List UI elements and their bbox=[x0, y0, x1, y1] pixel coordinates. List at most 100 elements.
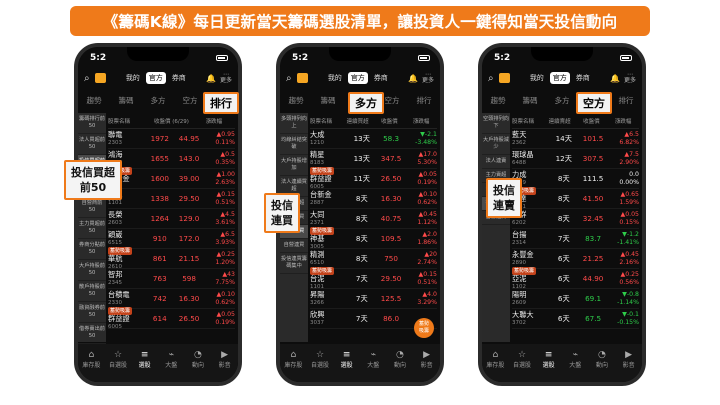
bottom-nav-item[interactable]: ☆ 自選股 bbox=[310, 350, 330, 369]
sidebar-item[interactable]: 大戶持股前50 bbox=[78, 260, 106, 281]
gift-icon[interactable] bbox=[498, 73, 510, 83]
source-tab[interactable]: 券商 bbox=[371, 72, 391, 84]
highlight-tab-bullish[interactable]: 多方 bbox=[348, 92, 384, 114]
stock-name: 昇陽 bbox=[310, 289, 325, 299]
search-icon[interactable]: ⌕ bbox=[488, 73, 494, 84]
category-tab[interactable]: 多方 bbox=[142, 95, 174, 109]
bottom-nav-item[interactable]: ▶ 影音 bbox=[215, 350, 235, 369]
category-tab[interactable]: 排行 bbox=[610, 95, 642, 109]
table-row[interactable]: 蓄勢吸籌 華航 2610 861 21.15 ▲0.25 1.20% bbox=[108, 247, 235, 270]
table-row[interactable]: 蓄勢吸籌 神基 3005 8天 109.5 ▲2.0 1.86% bbox=[310, 227, 437, 250]
table-row[interactable]: 環球晶 6488 12天 307.5 ▲7.5 2.90% bbox=[512, 149, 639, 169]
category-tab[interactable]: 籌碼 bbox=[514, 95, 546, 109]
category-tab[interactable]: 空方 bbox=[174, 95, 206, 109]
table-row[interactable]: 蓄勢吸籌樂達35818天41.50▲0.651.59% bbox=[512, 187, 639, 210]
source-tab[interactable]: 我的 bbox=[527, 72, 547, 84]
table-row[interactable]: 蓄勢吸籌 亞泥 1102 6天 44.90 ▲0.25 0.56% bbox=[512, 267, 639, 290]
bottom-nav-item[interactable]: ⌂ 庫存股 bbox=[81, 350, 101, 369]
bottom-nav-item[interactable]: ⌁ 大盤 bbox=[161, 350, 181, 369]
stock-name: 群益證 bbox=[310, 174, 332, 183]
source-tab[interactable]: 我的 bbox=[123, 72, 143, 84]
source-tab[interactable]: 券商 bbox=[573, 72, 593, 84]
sidebar-item[interactable]: 券商分點前50 bbox=[78, 239, 106, 260]
sidebar-item[interactable]: 融資融券前50 bbox=[78, 302, 106, 323]
sidebar-item[interactable]: 均線糾結突破 bbox=[280, 134, 308, 155]
more-button[interactable]: ⋯ 更多 bbox=[624, 72, 636, 84]
table-row[interactable]: 智邦 2345 763 598 ▲43 7.75% bbox=[108, 269, 235, 289]
source-tab[interactable]: 券商 bbox=[169, 72, 189, 84]
table-row[interactable]: 大成 1210 13天 58.3 ▼-2.1 -3.48% bbox=[310, 129, 437, 149]
highlight-tab-ranking[interactable]: 排行 bbox=[203, 92, 239, 114]
bottom-nav-item[interactable]: ◔ 動向 bbox=[390, 350, 410, 369]
category-tab[interactable]: 多方 bbox=[546, 95, 578, 109]
sidebar-item[interactable]: 法人連賣 bbox=[482, 155, 510, 169]
stock-code: 2345 bbox=[108, 279, 122, 286]
search-icon[interactable]: ⌕ bbox=[84, 73, 90, 84]
table-row[interactable]: 蓄勢吸籌 群益證 6005 11天 26.50 ▲0.05 0.19% bbox=[310, 167, 437, 190]
highlight-tab-bearish[interactable]: 空方 bbox=[576, 92, 612, 114]
sidebar-item[interactable]: 大戶持股減少 bbox=[482, 134, 510, 155]
gift-icon[interactable] bbox=[94, 73, 106, 83]
signal-filter-button[interactable]: 蓄勢 吸籌 bbox=[414, 318, 434, 338]
source-tab[interactable]: 我的 bbox=[325, 72, 345, 84]
sidebar-item[interactable]: 多頭排列向上 bbox=[280, 113, 308, 134]
bell-icon[interactable]: 🔔 bbox=[610, 74, 620, 83]
source-tab[interactable]: 官方 bbox=[549, 72, 570, 84]
change-cell: ▲1.00 2.63% bbox=[204, 171, 235, 187]
more-button[interactable]: ⋯ 更多 bbox=[422, 72, 434, 84]
bottom-nav-item[interactable]: ≡ 選股 bbox=[337, 350, 357, 369]
table-row[interactable]: 藍天 2362 14天 101.5 ▲6.5 6.82% bbox=[512, 129, 639, 149]
table-row[interactable]: 台泥1101133829.50▲0.150.51% bbox=[108, 189, 235, 209]
row-metric: 8天 bbox=[549, 214, 578, 224]
sidebar-item[interactable]: 籌碼排行前50 bbox=[78, 113, 106, 134]
table-row[interactable]: 長榮 2603 1264 129.0 ▲4.5 3.61% bbox=[108, 209, 235, 229]
bell-icon[interactable]: 🔔 bbox=[206, 74, 216, 83]
category-tab[interactable]: 趨勢 bbox=[280, 95, 312, 109]
more-button[interactable]: ⋯ 更多 bbox=[220, 72, 232, 84]
category-tab[interactable]: 排行 bbox=[408, 95, 440, 109]
category-tab[interactable]: 趨勢 bbox=[482, 95, 514, 109]
bottom-nav-item[interactable]: ◔ 動向 bbox=[592, 350, 612, 369]
bottom-nav-item[interactable]: ☆ 自選股 bbox=[108, 350, 128, 369]
bottom-nav-item[interactable]: ⌂ 庫存股 bbox=[485, 350, 505, 369]
table-row[interactable]: 大聯大 3702 6天 67.5 ▼-0.1 -0.15% bbox=[512, 309, 639, 329]
row-metric: 1972 bbox=[145, 134, 174, 143]
bottom-nav-item[interactable]: ≡ 選股 bbox=[539, 350, 559, 369]
table-row[interactable]: 蓄勢吸籌 群益證 6005 614 26.50 ▲0.05 0.19% bbox=[108, 307, 235, 330]
source-tab[interactable]: 官方 bbox=[145, 72, 166, 84]
change-cell: ▲2.0 1.86% bbox=[406, 231, 437, 247]
table-row[interactable]: 昇陽 3266 7天 125.5 ▲4.0 3.29% bbox=[310, 289, 437, 309]
search-icon[interactable]: ⌕ bbox=[286, 73, 292, 84]
table-row[interactable]: 蓄勢吸籌中信金2891160039.00▲1.002.63% bbox=[108, 167, 235, 190]
bottom-nav-item[interactable]: ☆ 自選股 bbox=[512, 350, 532, 369]
category-tab[interactable]: 籌碼 bbox=[110, 95, 142, 109]
bottom-nav-item[interactable]: ⌁ 大盤 bbox=[363, 350, 383, 369]
table-row[interactable]: 台新金 2887 8天 16.30 ▲0.10 0.62% bbox=[310, 189, 437, 209]
sidebar-item[interactable]: 空頭排列向下 bbox=[482, 113, 510, 134]
sidebar-item[interactable]: 投信連買籌碼集中 bbox=[280, 253, 308, 274]
bottom-nav-item[interactable]: ⌁ 大盤 bbox=[565, 350, 585, 369]
category-tab[interactable]: 籌碼 bbox=[312, 95, 344, 109]
close-price: 26.50 bbox=[380, 174, 402, 183]
gift-icon[interactable] bbox=[296, 73, 308, 83]
sidebar-item[interactable]: 自營商前50 bbox=[78, 197, 106, 218]
table-row[interactable]: 台揚 2314 7天 83.7 ▼-1.2 -1.41% bbox=[512, 229, 639, 249]
table-row[interactable]: 陽明 2609 6天 69.1 ▼-0.8 -1.14% bbox=[512, 289, 639, 309]
category-tab[interactable]: 趨勢 bbox=[78, 95, 110, 109]
bell-icon[interactable]: 🔔 bbox=[408, 74, 418, 83]
bottom-nav-item[interactable]: ▶ 影音 bbox=[417, 350, 437, 369]
sidebar-item[interactable]: 大戶持股增加 bbox=[280, 155, 308, 176]
table-row[interactable]: 盛群62028天32.45▲0.050.15% bbox=[512, 209, 639, 229]
table-row[interactable]: 聯電 2303 1972 44.95 ▲0.95 0.11% bbox=[108, 129, 235, 149]
sidebar-item[interactable]: 法人買超前50 bbox=[78, 134, 106, 155]
sidebar-item[interactable]: 散戶持股前50 bbox=[78, 281, 106, 302]
table-row[interactable]: 蓄勢吸籌 台泥 1101 7天 29.50 ▲0.15 0.51% bbox=[310, 267, 437, 290]
sidebar-item[interactable]: 借券賣出前50 bbox=[78, 323, 106, 344]
sidebar-item[interactable]: 自營連買 bbox=[280, 239, 308, 253]
bottom-nav-item[interactable]: ◔ 動向 bbox=[188, 350, 208, 369]
sidebar-item[interactable]: 主力買超前50 bbox=[78, 218, 106, 239]
bottom-nav-item[interactable]: ▶ 影音 bbox=[619, 350, 639, 369]
bottom-nav-item[interactable]: ⌂ 庫存股 bbox=[283, 350, 303, 369]
bottom-nav-item[interactable]: ≡ 選股 bbox=[135, 350, 155, 369]
source-tab[interactable]: 官方 bbox=[347, 72, 368, 84]
